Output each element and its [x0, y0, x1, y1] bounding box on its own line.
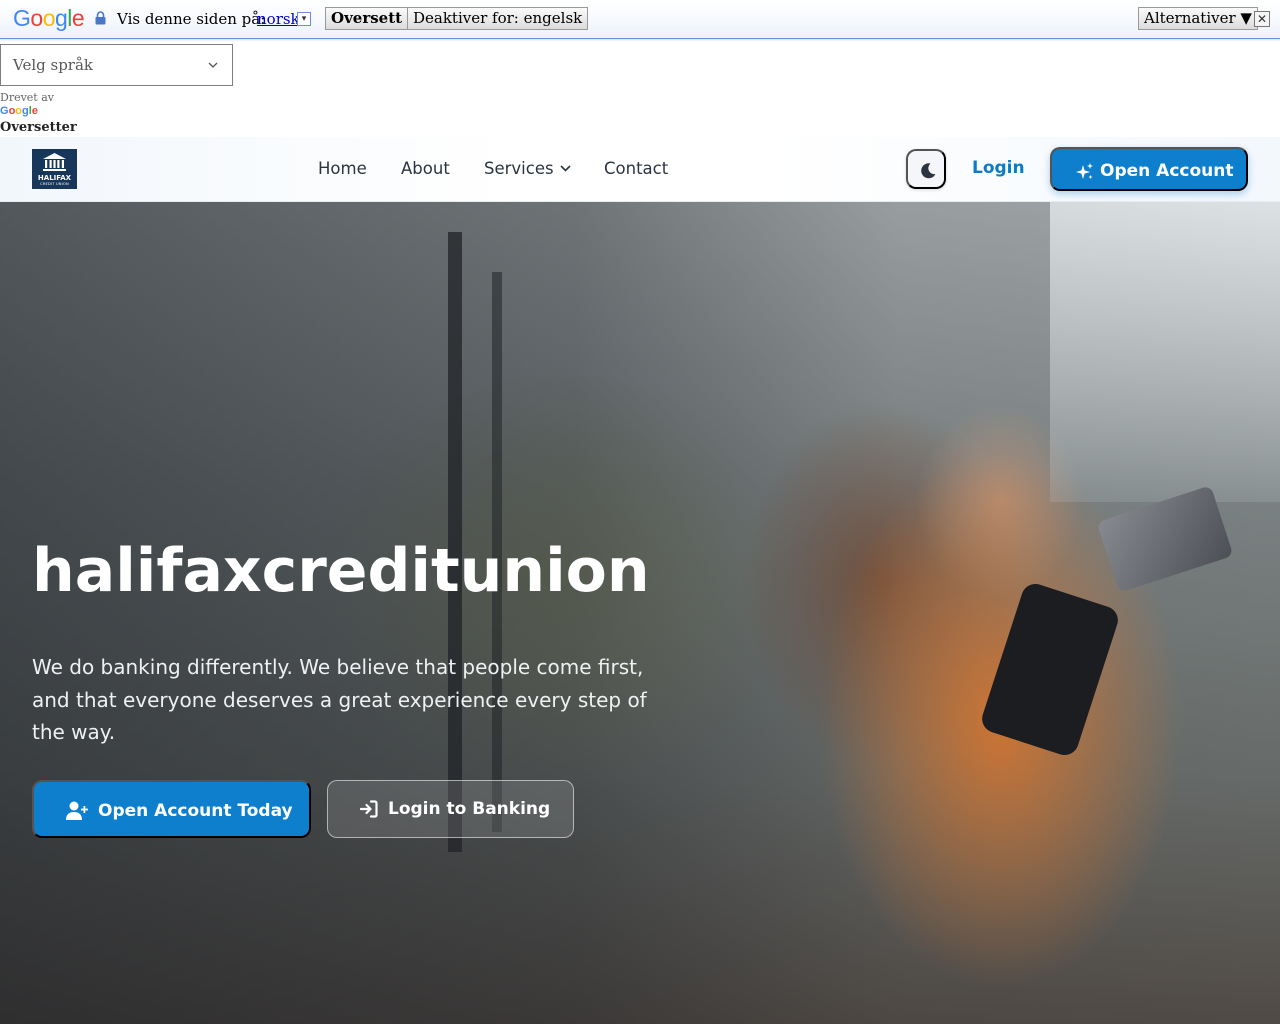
hero-overlay — [0, 202, 1280, 1024]
language-dropdown-caret[interactable]: ▾ — [297, 12, 311, 26]
hero-section: halifaxcreditunion We do banking differe… — [0, 202, 1280, 1024]
translate-button[interactable]: Oversett — [325, 7, 409, 30]
google-logo: Google — [13, 5, 85, 31]
nav-home[interactable]: Home — [318, 159, 367, 178]
site-logo[interactable]: HALIFAX CREDIT UNION — [32, 149, 77, 189]
open-account-button[interactable]: Open Account — [1050, 147, 1248, 191]
sign-in-icon — [360, 800, 378, 818]
logo-tagline: CREDIT UNION — [40, 182, 69, 186]
language-select[interactable]: Velg språk — [0, 44, 233, 86]
bank-building-icon — [43, 153, 66, 171]
moon-icon — [921, 163, 936, 179]
translator-brand: Oversetter — [0, 120, 77, 135]
login-to-banking-label: Login to Banking — [388, 799, 551, 819]
translate-prompt: Vis denne siden på: — [117, 10, 266, 28]
nav-about[interactable]: About — [401, 159, 450, 178]
google-small-logo: Google — [0, 105, 38, 117]
site-header: HALIFAX CREDIT UNION Home About Services… — [0, 137, 1280, 202]
lock-icon — [95, 11, 106, 25]
powered-by-label: Drevet av — [0, 91, 55, 104]
sparkles-icon — [1076, 163, 1093, 179]
close-icon[interactable]: ✕ — [1254, 11, 1270, 27]
open-account-today-button[interactable]: Open Account Today — [32, 780, 311, 838]
language-select-placeholder: Velg språk — [13, 56, 94, 74]
translate-options-button[interactable]: Alternativer ▼ — [1138, 7, 1258, 30]
logo-name: HALIFAX — [37, 174, 72, 182]
open-account-today-label: Open Account Today — [98, 801, 293, 821]
hero-title: halifaxcreditunion — [32, 536, 650, 606]
translate-bar: Google Vis denne siden på: norsk ▾ Overs… — [0, 0, 1280, 39]
theme-toggle-button[interactable] — [906, 149, 946, 189]
login-link[interactable]: Login — [972, 158, 1025, 178]
translate-language-link[interactable]: norsk — [257, 10, 300, 28]
nav-services[interactable]: Services — [484, 159, 571, 178]
open-account-label: Open Account — [1100, 161, 1234, 181]
nav-services-label: Services — [484, 159, 554, 178]
disable-translation-button[interactable]: Deaktiver for: engelsk — [407, 7, 589, 30]
chevron-down-icon — [560, 165, 571, 172]
user-plus-icon — [66, 801, 88, 820]
hero-subtitle: We do banking differently. We believe th… — [32, 655, 647, 744]
nav-contact[interactable]: Contact — [604, 159, 668, 178]
chevron-down-icon — [208, 62, 218, 68]
login-to-banking-button[interactable]: Login to Banking — [327, 780, 574, 838]
